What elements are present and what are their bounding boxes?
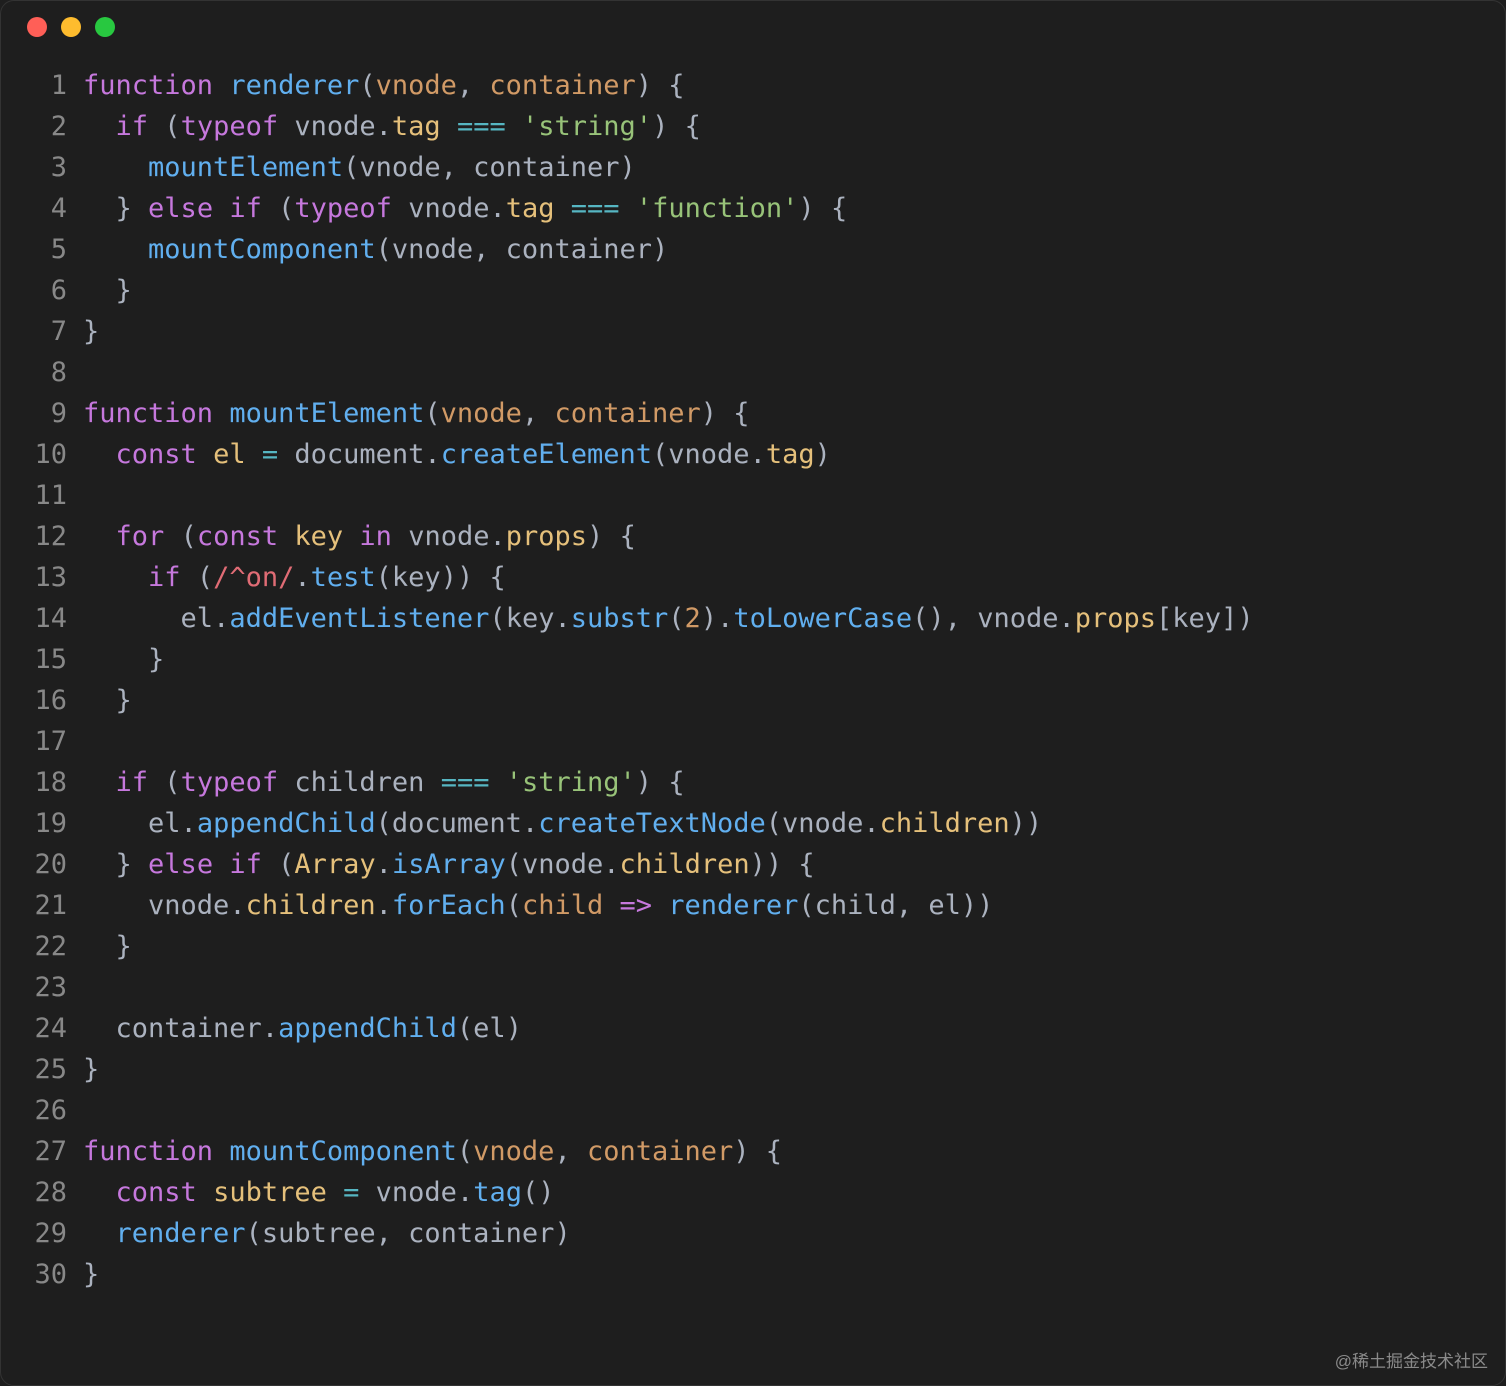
line-number: 4 bbox=[1, 188, 83, 229]
code-line: 18 if (typeof children === 'string') { bbox=[1, 762, 1505, 803]
line-number: 12 bbox=[1, 516, 83, 557]
line-number: 10 bbox=[1, 434, 83, 475]
code-window: 1function renderer(vnode, container) { 2… bbox=[0, 0, 1506, 1386]
code-line: 19 el.appendChild(document.createTextNod… bbox=[1, 803, 1505, 844]
line-number: 23 bbox=[1, 967, 83, 1008]
line-number: 9 bbox=[1, 393, 83, 434]
line-number: 14 bbox=[1, 598, 83, 639]
code-line: 30} bbox=[1, 1254, 1505, 1295]
line-number: 22 bbox=[1, 926, 83, 967]
line-number: 11 bbox=[1, 475, 83, 516]
close-icon[interactable] bbox=[27, 17, 47, 37]
watermark: @稀土掘金技术社区 bbox=[1335, 1347, 1488, 1372]
line-number: 16 bbox=[1, 680, 83, 721]
line-number: 15 bbox=[1, 639, 83, 680]
line-number: 18 bbox=[1, 762, 83, 803]
code-line: 12 for (const key in vnode.props) { bbox=[1, 516, 1505, 557]
code-line: 4 } else if (typeof vnode.tag === 'funct… bbox=[1, 188, 1505, 229]
code-line: 21 vnode.children.forEach(child => rende… bbox=[1, 885, 1505, 926]
code-line: 27function mountComponent(vnode, contain… bbox=[1, 1131, 1505, 1172]
line-number: 7 bbox=[1, 311, 83, 352]
code-area: 1function renderer(vnode, container) { 2… bbox=[1, 53, 1505, 1295]
line-number: 13 bbox=[1, 557, 83, 598]
code-line: 28 const subtree = vnode.tag() bbox=[1, 1172, 1505, 1213]
line-number: 6 bbox=[1, 270, 83, 311]
line-number: 2 bbox=[1, 106, 83, 147]
line-number: 20 bbox=[1, 844, 83, 885]
code-line: 13 if (/^on/.test(key)) { bbox=[1, 557, 1505, 598]
line-number: 29 bbox=[1, 1213, 83, 1254]
code-line: 6 } bbox=[1, 270, 1505, 311]
code-line: 25} bbox=[1, 1049, 1505, 1090]
line-number: 19 bbox=[1, 803, 83, 844]
code-line: 9function mountElement(vnode, container)… bbox=[1, 393, 1505, 434]
code-line: 24 container.appendChild(el) bbox=[1, 1008, 1505, 1049]
line-number: 26 bbox=[1, 1090, 83, 1131]
line-number: 5 bbox=[1, 229, 83, 270]
line-number: 30 bbox=[1, 1254, 83, 1295]
line-number: 24 bbox=[1, 1008, 83, 1049]
code-line: 26 bbox=[1, 1090, 1505, 1131]
code-line: 5 mountComponent(vnode, container) bbox=[1, 229, 1505, 270]
code-line: 11 bbox=[1, 475, 1505, 516]
code-line: 8 bbox=[1, 352, 1505, 393]
code-line: 7} bbox=[1, 311, 1505, 352]
code-line: 1function renderer(vnode, container) { bbox=[1, 65, 1505, 106]
code-line: 17 bbox=[1, 721, 1505, 762]
maximize-icon[interactable] bbox=[95, 17, 115, 37]
code-line: 22 } bbox=[1, 926, 1505, 967]
code-line: 16 } bbox=[1, 680, 1505, 721]
line-number: 17 bbox=[1, 721, 83, 762]
line-number: 27 bbox=[1, 1131, 83, 1172]
code-line: 10 const el = document.createElement(vno… bbox=[1, 434, 1505, 475]
line-number: 1 bbox=[1, 65, 83, 106]
line-number: 25 bbox=[1, 1049, 83, 1090]
code-line: 29 renderer(subtree, container) bbox=[1, 1213, 1505, 1254]
code-line: 3 mountElement(vnode, container) bbox=[1, 147, 1505, 188]
line-number: 21 bbox=[1, 885, 83, 926]
line-number: 3 bbox=[1, 147, 83, 188]
code-line: 15 } bbox=[1, 639, 1505, 680]
minimize-icon[interactable] bbox=[61, 17, 81, 37]
line-number: 28 bbox=[1, 1172, 83, 1213]
code-line: 20 } else if (Array.isArray(vnode.childr… bbox=[1, 844, 1505, 885]
code-line: 2 if (typeof vnode.tag === 'string') { bbox=[1, 106, 1505, 147]
code-line: 23 bbox=[1, 967, 1505, 1008]
line-number: 8 bbox=[1, 352, 83, 393]
code-line: 14 el.addEventListener(key.substr(2).toL… bbox=[1, 598, 1505, 639]
titlebar bbox=[1, 1, 1505, 53]
